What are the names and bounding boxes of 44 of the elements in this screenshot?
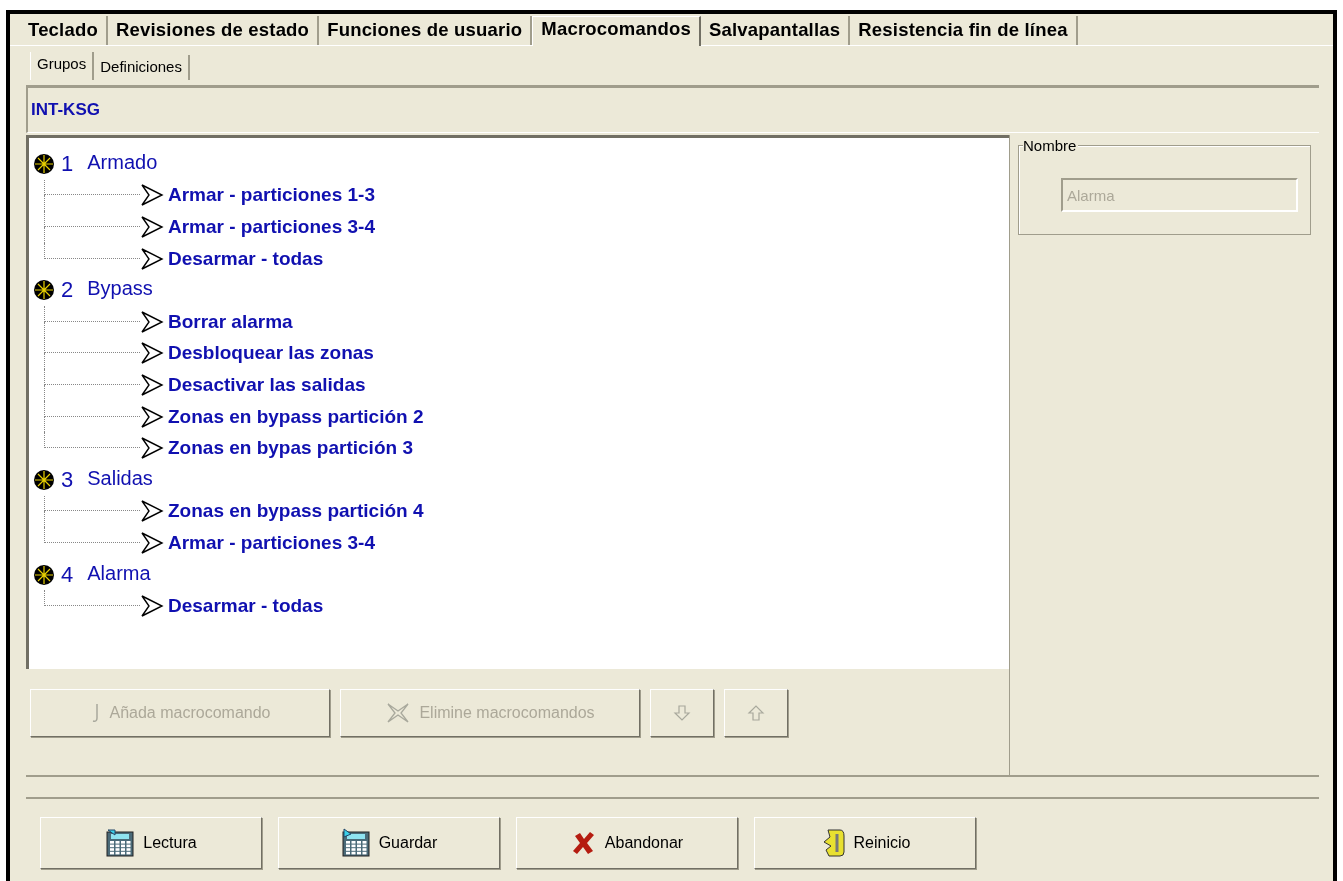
save-button[interactable]: Guardar: [278, 817, 500, 869]
arrow-icon: [140, 246, 164, 271]
arrow-icon: [140, 404, 164, 429]
arrow-icon: [140, 309, 164, 334]
tree-item[interactable]: Borrar alarma: [168, 310, 293, 333]
tree-group[interactable]: 1 Armado: [61, 150, 158, 177]
arrow-icon: [140, 341, 164, 366]
tree-item[interactable]: Armar - particiones 1-3: [168, 184, 375, 207]
tree-item[interactable]: Desarmar - todas: [168, 247, 324, 270]
tree-item[interactable]: Zonas en bypass partición 4: [168, 500, 424, 523]
calculator-icon: [340, 828, 371, 858]
cross-icon: [570, 830, 597, 856]
tree-item[interactable]: Desarmar - todas: [168, 595, 324, 618]
read-button[interactable]: Lectura: [40, 817, 262, 869]
cancel-button[interactable]: Abandonar: [516, 817, 738, 869]
arrow-icon: [140, 499, 164, 524]
group-label: Nombre: [1023, 137, 1079, 154]
tree-group[interactable]: 4 Alarma: [61, 561, 151, 588]
reset-button[interactable]: Reinicio: [754, 817, 976, 869]
group-icon: [33, 152, 55, 175]
group-icon: [33, 563, 55, 586]
down-arrow-icon: [673, 704, 691, 722]
tab[interactable]: Grupos: [30, 52, 95, 80]
tree-group[interactable]: 2 Bypass: [61, 277, 153, 304]
panel-title: INT-KSG: [31, 100, 100, 120]
tree-item[interactable]: Armar - particiones 3-4: [168, 216, 375, 238]
group-icon: [33, 468, 55, 491]
tree-item[interactable]: Zonas en bypass partición 2: [168, 405, 424, 428]
arrow-icon: [140, 436, 164, 461]
tree-item[interactable]: Desbloquear las zonas: [168, 342, 374, 365]
tree-item[interactable]: Zonas en bypas partición 3: [168, 437, 413, 460]
arrow-icon: [140, 183, 164, 208]
tree-item[interactable]: Desactivar las salidas: [168, 373, 366, 396]
group-icon: [33, 279, 55, 302]
tree-item[interactable]: Armar - particiones 3-4: [168, 531, 375, 554]
arrow-icon: [140, 372, 164, 397]
up-arrow-icon: [747, 704, 765, 722]
tab[interactable]: Macrocomandos: [532, 16, 701, 46]
arrow-icon: [140, 215, 164, 239]
calculator-icon: [105, 828, 136, 858]
tree-group[interactable]: 3 Salidas: [61, 466, 153, 493]
tab[interactable]: Definiciones: [94, 55, 190, 80]
arrow-icon: [140, 530, 164, 555]
arrow-icon: [140, 594, 164, 619]
